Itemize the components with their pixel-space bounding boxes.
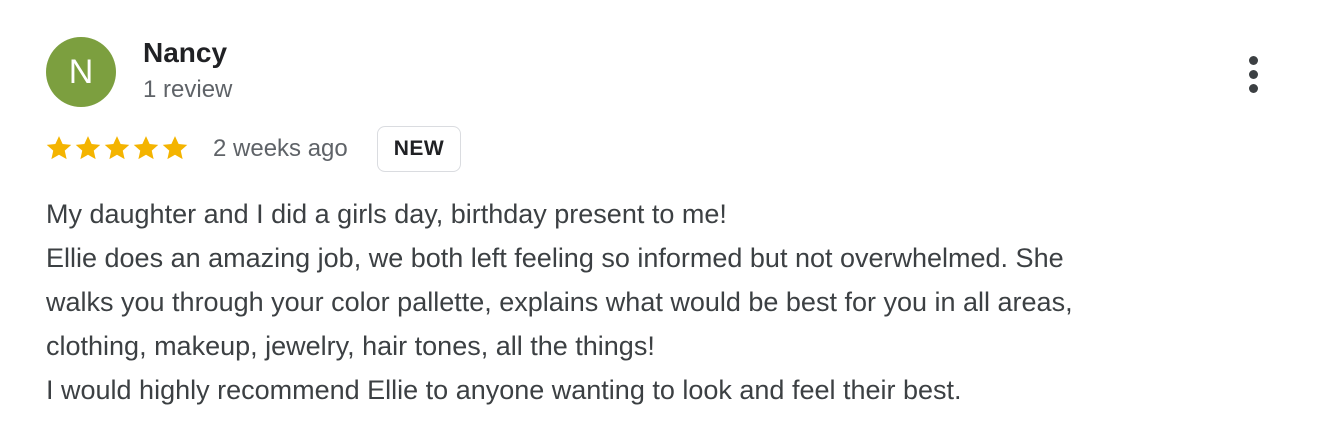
review-count: 1 review [143,76,233,103]
star-icon [104,136,130,160]
star-icon [75,136,101,160]
star-icon [46,136,72,160]
star-icon [133,136,159,160]
star-rating [44,133,189,167]
star-icon [162,136,188,160]
review-text-line: clothing, makeup, jewelry, hair tones, a… [46,331,655,361]
more-options-button[interactable] [1234,50,1274,98]
review-text-line: walks you through your color pallette, e… [46,287,1073,317]
review-card: N Nancy 1 review 2 weeks ago NEW My daug… [0,0,1340,438]
review-text: My daughter and I did a girls day, birth… [46,192,1306,412]
new-badge: NEW [377,126,461,172]
review-text-line: I would highly recommend Ellie to anyone… [46,375,962,405]
review-text-line: My daughter and I did a girls day, birth… [46,199,727,229]
review-date: 2 weeks ago [213,135,348,162]
reviewer-name[interactable]: Nancy [143,36,227,70]
avatar[interactable]: N [46,37,116,107]
review-text-line: Ellie does an amazing job, we both left … [46,243,1064,273]
